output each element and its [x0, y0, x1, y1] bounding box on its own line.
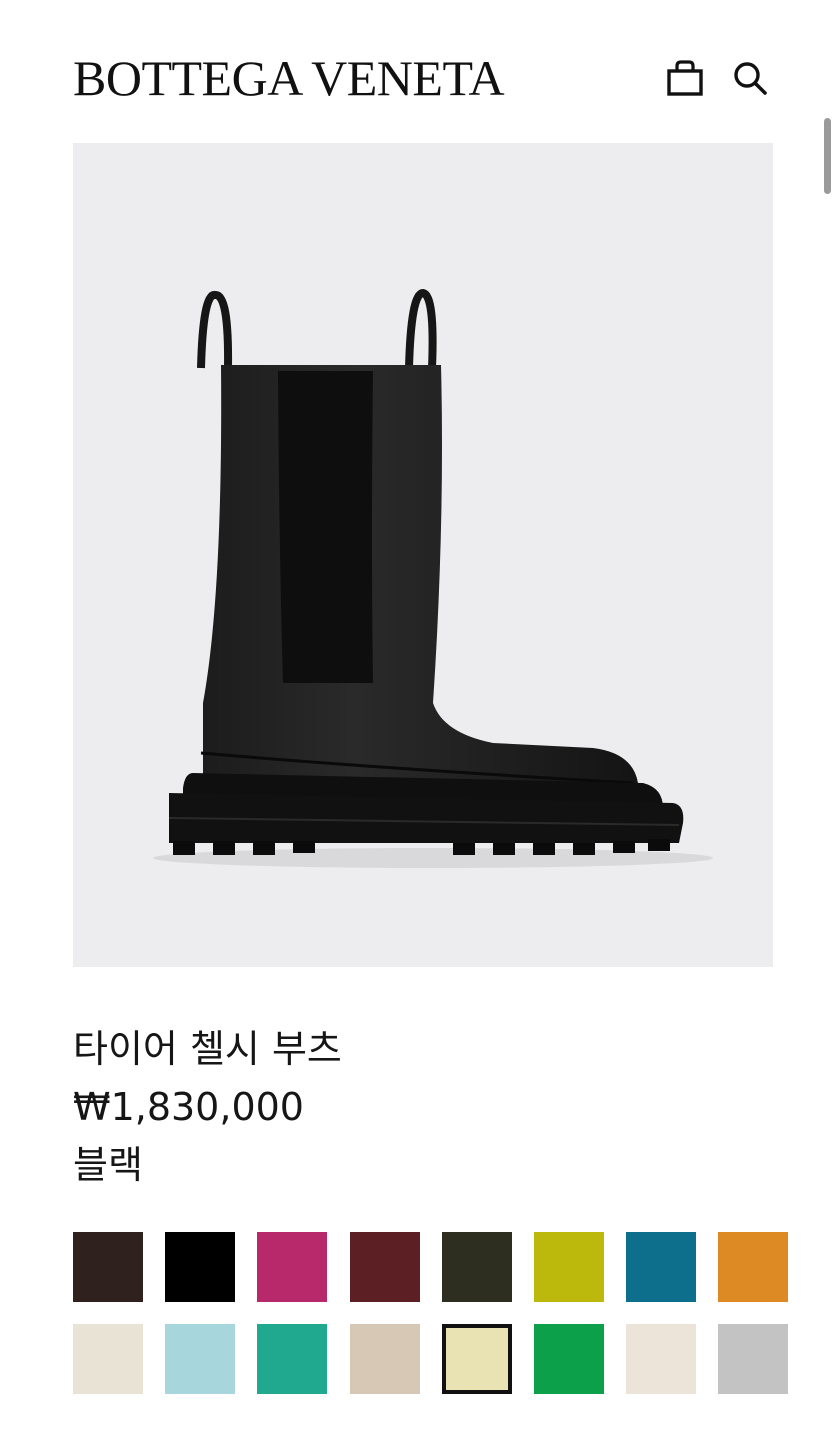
color-swatch[interactable] [626, 1232, 696, 1302]
site-header: BOTTEGA VENETA [73, 52, 773, 104]
color-swatch[interactable] [73, 1324, 143, 1394]
color-swatch[interactable] [534, 1324, 604, 1394]
chelsea-boot-illustration [153, 288, 713, 868]
color-swatch[interactable] [257, 1324, 327, 1394]
color-swatch[interactable] [165, 1324, 235, 1394]
brand-logo[interactable]: BOTTEGA VENETA [73, 52, 505, 104]
color-swatch[interactable] [165, 1232, 235, 1302]
color-swatch[interactable] [350, 1232, 420, 1302]
product-color-name: 블랙 [73, 1143, 143, 1187]
product-name: 타이어 첼시 부츠 [73, 1027, 342, 1071]
color-swatch[interactable] [534, 1232, 604, 1302]
color-swatch[interactable] [442, 1324, 512, 1394]
color-swatch[interactable] [442, 1232, 512, 1302]
color-swatch[interactable] [73, 1232, 143, 1302]
product-info: 타이어 첼시 부츠 ₩1,830,000 블랙 [73, 1020, 342, 1194]
scrollbar-thumb[interactable] [824, 118, 831, 194]
product-price: ₩1,830,000 [73, 1085, 304, 1129]
shopping-bag-icon[interactable] [665, 56, 705, 100]
color-swatch[interactable] [718, 1232, 788, 1302]
product-image[interactable] [73, 143, 773, 967]
color-swatch[interactable] [626, 1324, 696, 1394]
search-icon[interactable] [730, 56, 770, 100]
color-swatch[interactable] [350, 1324, 420, 1394]
color-swatch[interactable] [257, 1232, 327, 1302]
color-swatch[interactable] [718, 1324, 788, 1394]
